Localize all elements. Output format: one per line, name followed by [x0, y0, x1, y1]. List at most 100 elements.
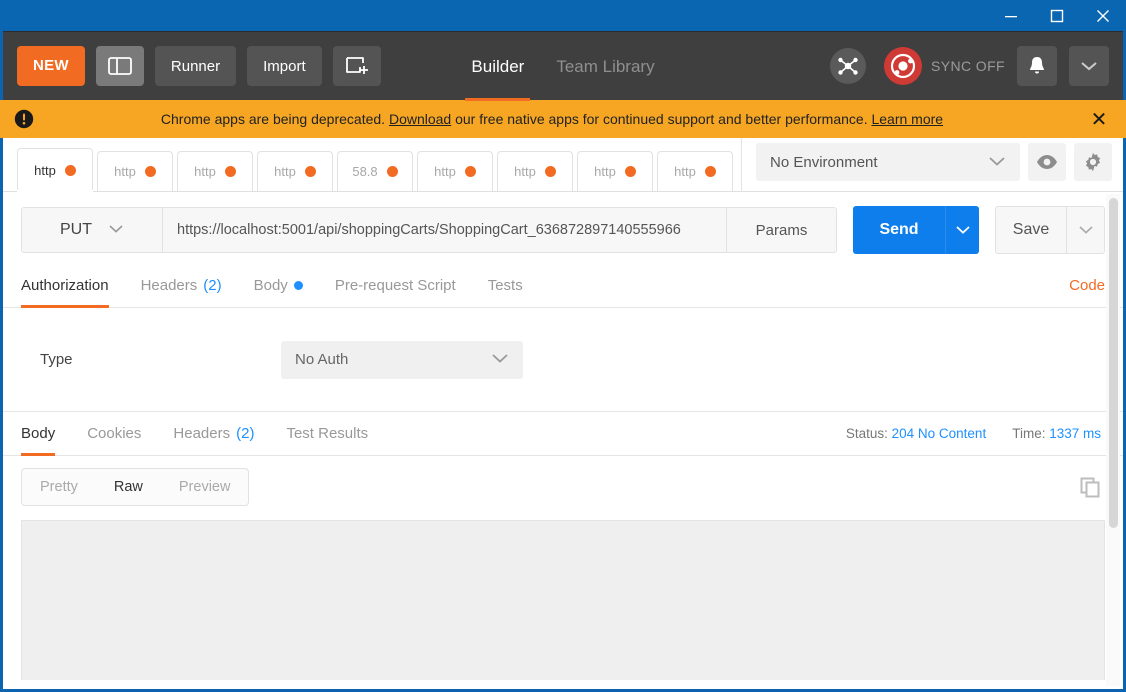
view-mode-raw[interactable]: Raw: [96, 469, 161, 505]
banner-text-before: Chrome apps are being deprecated.: [160, 111, 389, 127]
request-tab[interactable]: http: [177, 151, 253, 191]
http-method-select[interactable]: PUT: [21, 207, 163, 253]
interceptor-icon[interactable]: [830, 48, 867, 84]
response-tab-test-results[interactable]: Test Results: [286, 412, 368, 456]
window-minimize-button[interactable]: [988, 0, 1034, 31]
response-tab-headers[interactable]: Headers (2): [173, 412, 254, 456]
response-status-value[interactable]: 204 No Content: [892, 426, 987, 441]
request-tab[interactable]: http: [657, 151, 733, 191]
response-tab-cookies[interactable]: Cookies: [87, 412, 141, 456]
sync-status-icon[interactable]: [884, 47, 923, 85]
response-status-label: Status:: [845, 426, 888, 441]
request-section-tabs: Authorization Headers (2) Body Pre-reque…: [3, 264, 1123, 308]
tab-body-label: Body: [253, 276, 288, 294]
sync-off-glyph: [890, 53, 916, 79]
import-button[interactable]: Import: [247, 46, 322, 86]
banner-download-link[interactable]: Download: [389, 111, 451, 127]
request-tab[interactable]: http: [17, 148, 93, 192]
url-input[interactable]: https://localhost:5001/api/shoppingCarts…: [163, 207, 727, 253]
request-tab[interactable]: http: [257, 151, 333, 191]
response-meta: Status: 204 No Content Time: 1337 ms: [846, 426, 1105, 441]
request-tab[interactable]: 58.8: [337, 151, 413, 191]
banner-close-button[interactable]: ✕: [1086, 106, 1112, 132]
tab-body[interactable]: Body: [254, 264, 303, 308]
window-close-button[interactable]: [1080, 0, 1126, 31]
notifications-button[interactable]: [1017, 46, 1057, 86]
tab-authorization[interactable]: Authorization: [21, 264, 109, 308]
warning-icon: [14, 109, 34, 129]
chevron-down-icon: [1078, 226, 1093, 234]
unsaved-dot-icon: [386, 166, 398, 177]
minimize-icon: [1005, 15, 1017, 17]
tab-headers[interactable]: Headers (2): [141, 264, 222, 308]
request-tabstrip: http http http http 58.8 http http http …: [3, 138, 1123, 192]
response-tab-headers-count: (2): [236, 424, 255, 442]
environment-selected-label: No Environment: [770, 153, 878, 171]
unsaved-dot-icon: [64, 164, 76, 176]
response-tab-body-label: Body: [21, 424, 56, 442]
interceptor-glyph: [838, 57, 858, 75]
response-body-view[interactable]: [21, 520, 1105, 680]
request-tab-label: http: [514, 164, 536, 179]
tab-authorization-label: Authorization: [21, 276, 109, 294]
environment-quick-look-button[interactable]: [1028, 143, 1066, 181]
sidebar-toggle-button[interactable]: [95, 46, 144, 86]
window-maximize-button[interactable]: [1034, 0, 1080, 31]
response-toolbar: Pretty Raw Preview: [3, 456, 1123, 506]
main-scrollbar-thumb[interactable]: [1109, 198, 1118, 528]
save-button-group: Save: [995, 206, 1105, 254]
response-time-value[interactable]: 1337 ms: [1049, 426, 1101, 441]
view-mode-preview[interactable]: Preview: [161, 469, 249, 505]
response-view-mode-group: Pretty Raw Preview: [21, 468, 250, 506]
request-tab[interactable]: http: [577, 151, 653, 191]
auth-type-value: No Auth: [295, 351, 349, 368]
auth-type-select[interactable]: No Auth: [281, 340, 523, 379]
unsaved-dot-icon: [544, 166, 556, 177]
chevron-down-icon: [1081, 62, 1097, 71]
request-tab[interactable]: http: [497, 151, 573, 191]
manage-environments-button[interactable]: [1074, 143, 1112, 181]
request-tab[interactable]: http: [97, 151, 173, 191]
request-tab-label: http: [434, 164, 456, 179]
view-mode-pretty[interactable]: Pretty: [22, 469, 96, 505]
unsaved-dot-icon: [464, 166, 476, 177]
new-window-button[interactable]: [332, 46, 381, 86]
http-method-label: PUT: [60, 221, 92, 238]
tab-pre-request-script[interactable]: Pre-request Script: [335, 264, 456, 308]
save-button[interactable]: Save: [995, 206, 1067, 254]
new-window-icon: [345, 57, 368, 74]
banner-learn-more-link[interactable]: Learn more: [871, 111, 943, 127]
save-options-button[interactable]: [1067, 206, 1105, 254]
request-tabs-container: http http http http 58.8 http http http …: [3, 137, 741, 192]
request-tab-label: 58.8: [352, 164, 378, 179]
runner-button[interactable]: Runner: [154, 46, 237, 86]
request-tab-label: http: [114, 164, 136, 179]
tab-headers-count: (2): [203, 276, 222, 294]
nav-tab-team-library[interactable]: Team Library: [540, 32, 670, 101]
copy-response-button[interactable]: [1075, 472, 1105, 502]
response-tab-cookies-label: Cookies: [87, 424, 142, 442]
send-button-group: Send: [853, 206, 979, 254]
nav-tab-builder[interactable]: Builder: [455, 32, 540, 101]
tab-tests-label: Tests: [487, 276, 523, 294]
environment-select[interactable]: No Environment: [756, 143, 1020, 181]
tab-tests[interactable]: Tests: [488, 264, 523, 308]
send-button[interactable]: Send: [853, 206, 945, 254]
auth-type-label: Type: [40, 351, 73, 368]
bell-icon: [1030, 57, 1044, 74]
new-button[interactable]: NEW: [17, 46, 85, 86]
send-options-button[interactable]: [945, 206, 979, 254]
params-button[interactable]: Params: [727, 207, 837, 253]
response-tab-headers-label: Headers: [173, 424, 231, 442]
account-menu-button[interactable]: [1069, 46, 1109, 86]
response-tab-body[interactable]: Body: [21, 412, 56, 456]
banner-text-middle: our free native apps for continued suppo…: [451, 111, 872, 127]
unsaved-dot-icon: [704, 166, 716, 177]
request-url-row: PUT https://localhost:5001/api/shoppingC…: [3, 192, 1123, 254]
unsaved-dot-icon: [304, 166, 316, 177]
authorization-panel: Type No Auth: [3, 308, 1123, 412]
request-tab[interactable]: http: [417, 151, 493, 191]
code-link[interactable]: Code: [1069, 277, 1105, 294]
unsaved-dot-icon: [144, 166, 156, 177]
eye-icon: [1037, 155, 1057, 169]
